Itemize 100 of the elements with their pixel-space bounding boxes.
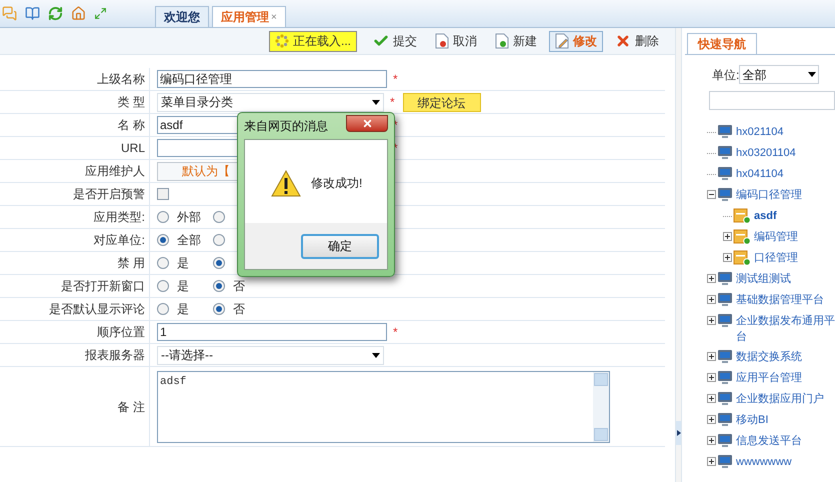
text-field[interactable]: 1 [157, 323, 387, 341]
field-label: 应用维护人 [85, 163, 145, 180]
tree-item[interactable]: hx041104 [736, 166, 784, 182]
expand-toggle[interactable] [706, 352, 716, 361]
document-icon [495, 33, 509, 49]
pencil-document-icon [555, 33, 569, 49]
field-label: 名 称 [118, 117, 145, 134]
expand-toggle[interactable] [706, 295, 716, 304]
tree-item[interactable]: 移动BI [736, 412, 768, 428]
tree-item[interactable]: 信息发送平台 [736, 433, 802, 449]
field-label: 是否打开新窗口 [61, 278, 145, 295]
tree-item[interactable]: 应用平台管理 [736, 370, 802, 386]
field-label: 应用类型: [94, 209, 145, 226]
bind-forum-button[interactable]: 绑定论坛 [402, 92, 481, 112]
expand-arrow-icon[interactable] [676, 430, 680, 436]
radio-button[interactable] [157, 280, 169, 292]
folder-icon [733, 229, 751, 245]
radio-label: 外部 [177, 209, 201, 226]
dropdown-caret-icon [808, 72, 816, 77]
book-icon[interactable] [25, 6, 40, 21]
toolbar-button[interactable]: 删除 [609, 30, 665, 52]
field-label: 类 型 [118, 94, 145, 111]
home-icon[interactable] [71, 6, 86, 21]
required-mark: * [393, 71, 398, 88]
radio-button[interactable] [213, 234, 225, 246]
radio-label: 是 [177, 278, 189, 295]
tree-item[interactable]: 编码管理 [754, 229, 798, 245]
radio-button[interactable] [213, 257, 225, 269]
tree-item[interactable]: 基础数据管理平台 [736, 292, 824, 308]
computer-icon [717, 391, 733, 406]
search-field[interactable] [709, 91, 835, 110]
tree-item[interactable]: 企业数据发布通用平台 [736, 313, 835, 345]
computer-icon [717, 292, 733, 307]
radio-button[interactable] [213, 280, 225, 292]
tab[interactable]: 欢迎您 [155, 6, 209, 27]
tree-item[interactable]: 企业数据应用门户 [736, 391, 824, 407]
fullscreen-icon[interactable] [94, 7, 107, 20]
tree-item[interactable]: 数据交换系统 [736, 349, 802, 365]
expand-toggle[interactable] [706, 316, 716, 325]
tree-item[interactable]: hx021104 [736, 124, 784, 140]
unit-label: 单位: [712, 66, 740, 84]
field-label: URL [120, 140, 145, 157]
radio-button[interactable] [157, 211, 169, 223]
toolbar-button[interactable]: 取消 [429, 30, 483, 52]
scrollbar[interactable] [593, 372, 609, 442]
expand-toggle[interactable] [706, 436, 716, 445]
tree-item[interactable]: asdf [754, 208, 777, 224]
expand-toggle[interactable] [706, 457, 716, 466]
tab[interactable]: 应用管理 × [212, 6, 286, 27]
close-button[interactable] [346, 114, 388, 132]
remarks-field[interactable]: adsf [157, 370, 610, 442]
computer-icon [717, 145, 733, 160]
radio-button[interactable] [213, 303, 225, 315]
computer-icon [717, 412, 733, 427]
loading-button[interactable]: 正在载入... [268, 30, 357, 52]
delete-icon [615, 33, 631, 49]
close-tab-icon[interactable]: × [271, 10, 277, 24]
field-label: 是否默认显示评论 [49, 301, 145, 318]
close-icon [362, 118, 372, 128]
radio-label: 否 [233, 301, 245, 318]
dropdown[interactable]: 菜单目录分类 [157, 92, 384, 112]
radio-button[interactable] [157, 257, 169, 269]
expand-toggle[interactable] [706, 415, 716, 424]
refresh-icon[interactable] [48, 6, 63, 21]
expand-toggle[interactable] [722, 253, 732, 262]
dropdown-caret-icon [372, 100, 380, 104]
tree-item[interactable]: wwwwwww [736, 454, 792, 470]
dropdown-caret-icon [372, 352, 380, 358]
document-icon [435, 33, 449, 49]
radio-button[interactable] [213, 211, 225, 223]
ok-button[interactable]: 确定 [301, 234, 379, 258]
field-label: 是否开启预警 [73, 186, 145, 203]
unit-dropdown[interactable]: 全部 [739, 65, 820, 84]
computer-icon [717, 166, 733, 181]
expand-toggle[interactable] [722, 232, 732, 241]
tree-item[interactable]: 口径管理 [754, 250, 798, 266]
expand-toggle[interactable] [706, 373, 716, 382]
expand-toggle[interactable] [706, 274, 716, 283]
field-label: 备 注 [118, 398, 145, 416]
computer-icon [717, 349, 733, 364]
tree-item[interactable]: 测试组测试 [736, 271, 791, 287]
field-label: 禁 用 [118, 255, 145, 272]
required-mark: * [393, 324, 398, 341]
radio-button[interactable] [157, 234, 169, 246]
computer-icon [717, 370, 733, 385]
toolbar-button[interactable]: 新建 [489, 30, 543, 52]
checkbox[interactable] [157, 188, 169, 200]
dialog-title: 来自网页的消息 [244, 118, 328, 135]
tree-item[interactable]: 编码口径管理 [736, 187, 802, 203]
dropdown[interactable]: --请选择-- [157, 346, 384, 364]
expand-toggle[interactable] [706, 394, 716, 403]
computer-icon [717, 454, 733, 469]
toolbar-button[interactable]: 提交 [367, 30, 423, 52]
loading-icon [274, 34, 289, 48]
folder-icon [733, 208, 751, 224]
tree-item[interactable]: hx03201104 [736, 145, 796, 161]
collapse-toggle[interactable] [706, 190, 716, 199]
radio-button[interactable] [157, 303, 169, 315]
text-field[interactable]: 编码口径管理 [157, 70, 387, 88]
side-tab[interactable]: 快速导航 [687, 33, 757, 54]
